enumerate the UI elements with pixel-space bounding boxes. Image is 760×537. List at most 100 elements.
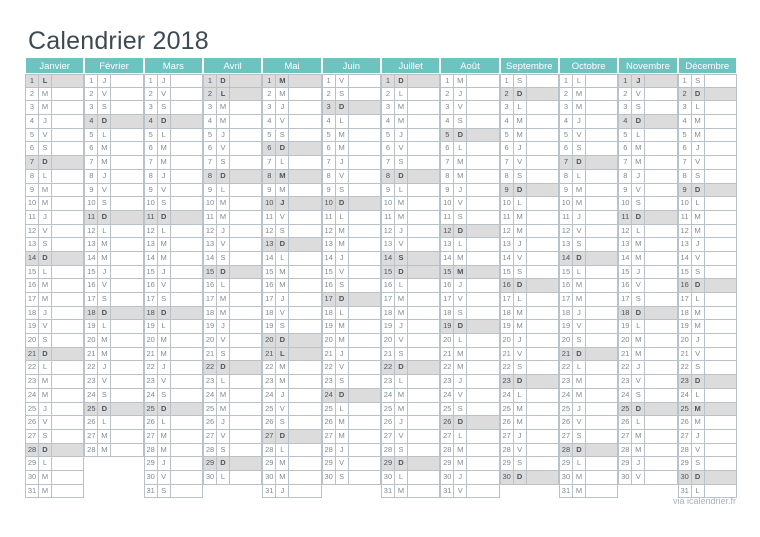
day-note-field[interactable]	[110, 74, 144, 88]
day-note-field[interactable]	[406, 128, 441, 143]
day-note-field[interactable]	[406, 402, 441, 417]
day-row[interactable]: 2M	[25, 87, 85, 102]
day-note-field[interactable]	[51, 279, 85, 293]
day-note-field[interactable]	[703, 293, 737, 307]
day-note-field[interactable]	[406, 320, 441, 335]
day-row[interactable]: 19 M	[321, 320, 381, 335]
day-row[interactable]: 9M	[25, 183, 85, 198]
day-row[interactable]: 16 V	[84, 279, 144, 293]
day-note-field[interactable]	[584, 429, 619, 444]
day-note-field[interactable]	[51, 251, 85, 266]
day-row[interactable]: 3M	[25, 101, 85, 116]
day-row[interactable]: 9L	[380, 183, 441, 198]
day-note-field[interactable]	[169, 416, 203, 430]
day-note-field[interactable]	[347, 320, 381, 335]
day-row[interactable]: 17 S	[618, 293, 678, 307]
day-note-field[interactable]	[584, 334, 619, 348]
day-row[interactable]: 16 L	[202, 279, 263, 293]
day-row[interactable]: 13 V	[202, 238, 263, 252]
day-note-field[interactable]	[644, 197, 678, 211]
day-note-field[interactable]	[288, 183, 322, 198]
day-note-field[interactable]	[347, 388, 381, 403]
day-note-field[interactable]	[525, 183, 559, 198]
day-note-field[interactable]	[644, 279, 678, 293]
day-row[interactable]: 29 M	[440, 457, 500, 471]
day-row[interactable]: 24 L	[499, 388, 559, 403]
day-note-field[interactable]	[288, 128, 322, 143]
day-row[interactable]: 23 M	[262, 375, 322, 389]
day-note-field[interactable]	[347, 197, 381, 211]
day-row[interactable]: 21 D	[25, 347, 85, 362]
day-row[interactable]: 1L	[558, 74, 619, 88]
day-row[interactable]: 24 S	[618, 388, 678, 403]
day-note-field[interactable]	[110, 238, 144, 252]
day-note-field[interactable]	[525, 210, 559, 225]
day-row[interactable]: 8M	[262, 169, 322, 184]
day-row[interactable]: 11 M	[380, 210, 441, 225]
day-row[interactable]: 28 V	[677, 443, 737, 458]
day-note-field[interactable]	[584, 210, 619, 225]
day-note-field[interactable]	[228, 238, 263, 252]
day-row[interactable]: 27 J	[677, 429, 737, 444]
day-note-field[interactable]	[51, 402, 85, 417]
day-row[interactable]: 8S	[677, 169, 737, 184]
day-note-field[interactable]	[347, 429, 381, 444]
day-row[interactable]: 7M	[143, 156, 203, 170]
day-note-field[interactable]	[703, 429, 737, 444]
day-note-field[interactable]	[169, 238, 203, 252]
day-note-field[interactable]	[466, 251, 500, 266]
day-row[interactable]: 17 M	[25, 293, 85, 307]
day-note-field[interactable]	[644, 87, 678, 102]
day-note-field[interactable]	[51, 197, 85, 211]
day-row[interactable]: 1J	[84, 74, 144, 88]
day-note-field[interactable]	[525, 238, 559, 252]
day-row[interactable]: 23 D	[499, 375, 559, 389]
day-note-field[interactable]	[406, 183, 441, 198]
day-row[interactable]: 4M	[677, 115, 737, 129]
day-row[interactable]: 21 D	[558, 347, 619, 362]
day-note-field[interactable]	[347, 402, 381, 417]
day-note-field[interactable]	[703, 156, 737, 170]
day-note-field[interactable]	[644, 238, 678, 252]
day-note-field[interactable]	[169, 402, 203, 417]
day-row[interactable]: 18 J	[558, 306, 619, 321]
day-note-field[interactable]	[51, 101, 85, 116]
day-note-field[interactable]	[525, 156, 559, 170]
day-note-field[interactable]	[110, 169, 144, 184]
day-row[interactable]: 28 L	[262, 443, 322, 458]
day-row[interactable]: 22 S	[677, 361, 737, 376]
day-note-field[interactable]	[51, 347, 85, 362]
day-note-field[interactable]	[466, 156, 500, 170]
day-row[interactable]: 28 S	[202, 443, 263, 458]
day-note-field[interactable]	[169, 279, 203, 293]
day-note-field[interactable]	[288, 224, 322, 239]
day-note-field[interactable]	[169, 265, 203, 280]
day-note-field[interactable]	[466, 128, 500, 143]
day-note-field[interactable]	[406, 347, 441, 362]
day-row[interactable]: 17 S	[143, 293, 203, 307]
day-row[interactable]: 13 D	[262, 238, 322, 252]
day-note-field[interactable]	[288, 484, 322, 499]
day-note-field[interactable]	[228, 334, 263, 348]
day-note-field[interactable]	[347, 210, 381, 225]
day-row[interactable]: 19 V	[25, 320, 85, 335]
day-row[interactable]: 25 M	[499, 402, 559, 417]
day-note-field[interactable]	[288, 279, 322, 293]
day-note-field[interactable]	[644, 470, 678, 485]
day-row[interactable]: 26 L	[143, 416, 203, 430]
day-row[interactable]: 3M	[380, 101, 441, 116]
day-note-field[interactable]	[466, 347, 500, 362]
day-note-field[interactable]	[703, 238, 737, 252]
day-row[interactable]: 3L	[499, 101, 559, 116]
day-note-field[interactable]	[288, 101, 322, 116]
day-note-field[interactable]	[406, 470, 441, 485]
day-row[interactable]: 31 M	[25, 484, 85, 499]
day-row[interactable]: 1J	[143, 74, 203, 88]
day-note-field[interactable]	[169, 101, 203, 116]
day-row[interactable]: 8M	[440, 169, 500, 184]
day-row[interactable]: 10 D	[321, 197, 381, 211]
day-row[interactable]: 15 L	[25, 265, 85, 280]
day-row[interactable]: 9D	[677, 183, 737, 198]
day-row[interactable]: 19 L	[84, 320, 144, 335]
day-note-field[interactable]	[584, 142, 619, 157]
